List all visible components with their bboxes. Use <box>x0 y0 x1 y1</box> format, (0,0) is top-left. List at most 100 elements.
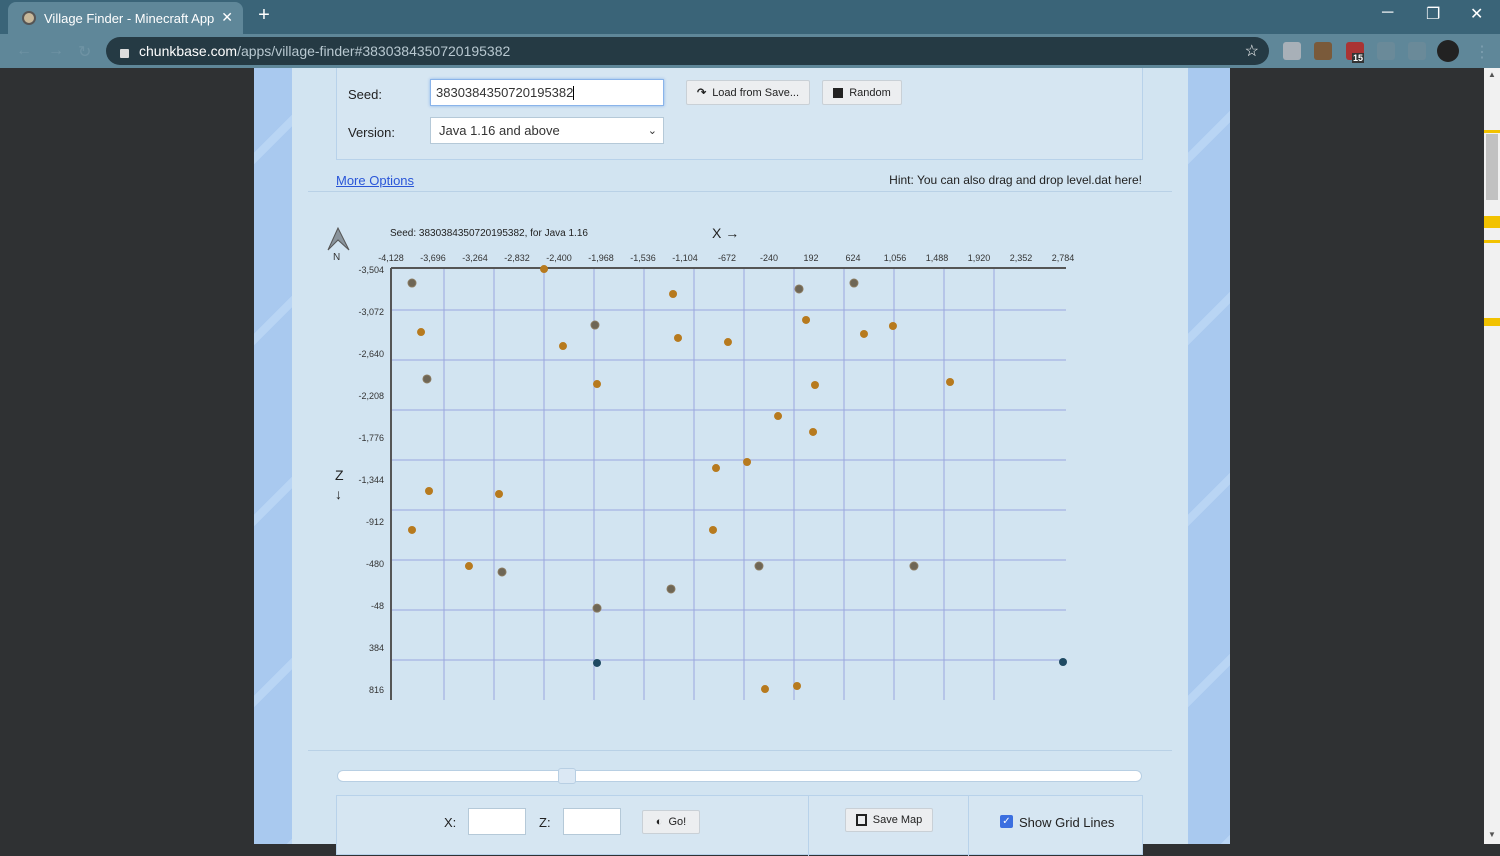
divider <box>308 750 1172 751</box>
extension-gear-icon[interactable] <box>1377 42 1395 60</box>
restore-button[interactable]: ❐ <box>1426 4 1440 24</box>
z-tick-label: 384 <box>369 643 384 653</box>
site-favicon-icon <box>22 11 36 25</box>
village-marker-village <box>408 525 416 534</box>
village-marker-blue <box>1059 658 1067 666</box>
tab-close-icon[interactable]: ✕ <box>221 9 233 26</box>
zoom-slider[interactable] <box>337 768 1142 784</box>
z-label: Z: <box>539 815 551 830</box>
village-marker-abandoned <box>666 584 676 594</box>
village-marker-village <box>809 427 818 436</box>
x-tick-label: -3,696 <box>420 253 446 263</box>
village-marker-village <box>464 562 473 571</box>
village-marker-village <box>793 682 801 691</box>
close-window-button[interactable]: ✕ <box>1470 4 1483 24</box>
village-marker-village <box>712 464 721 473</box>
village-marker-village <box>669 290 678 299</box>
village-marker-village <box>558 342 567 351</box>
z-coordinate-input[interactable] <box>563 808 621 835</box>
village-marker-village <box>417 328 426 337</box>
z-tick-label: -2,208 <box>358 391 384 401</box>
extension-lantern-icon[interactable] <box>1314 42 1332 60</box>
x-tick-label: 1,488 <box>926 253 949 263</box>
x-coordinate-input[interactable] <box>468 808 526 835</box>
village-marker-abandoned <box>407 278 417 288</box>
bookmark-star-icon[interactable]: ☆ <box>1245 41 1259 61</box>
find-marker <box>1484 130 1500 133</box>
village-marker-abandoned <box>590 320 600 330</box>
show-grid-checkbox[interactable]: ✓ <box>1000 815 1013 828</box>
village-marker-abandoned <box>754 561 764 571</box>
page-content: Seed: 3830384350720195382 Version: Java … <box>254 68 1230 856</box>
x-tick-label: -2,400 <box>546 253 572 263</box>
village-map[interactable]: -4,128 -3,696 -3,264 -2,832 -2,400 -1,968 -1,5… <box>292 68 1188 748</box>
url-host: chunkbase.com <box>139 43 238 59</box>
url-path: /apps/village-finder#3830384350720195382 <box>237 43 511 59</box>
village-marker-village <box>761 685 770 694</box>
scroll-down-icon[interactable]: ▼ <box>1488 830 1496 839</box>
find-marker <box>1484 240 1500 243</box>
save-map-button[interactable]: Save Map <box>845 808 933 832</box>
go-button[interactable]: ◐ Go! <box>642 810 700 834</box>
map-controls: X: Z: ◐ Go! Save Map ✓ Show Grid Lines <box>336 795 1143 856</box>
village-marker-abandoned <box>497 567 507 577</box>
scrollbar-thumb[interactable] <box>1486 134 1498 200</box>
x-tick-label: 1,056 <box>884 253 907 263</box>
page-scrollbar[interactable]: ▲ ▼ <box>1484 68 1500 844</box>
extension-bird-icon[interactable] <box>1283 42 1301 60</box>
village-marker-abandoned <box>422 374 432 384</box>
z-tick-label: -3,072 <box>358 307 384 317</box>
z-tick-label: -48 <box>371 601 384 611</box>
x-tick-label: -1,104 <box>672 253 698 263</box>
divider <box>808 796 809 856</box>
profile-avatar[interactable] <box>1437 40 1459 62</box>
tab-title: Village Finder - Minecraft App <box>44 10 215 26</box>
reload-icon[interactable]: ↻ <box>78 42 91 62</box>
village-marker-village <box>802 315 811 324</box>
village-marker-village <box>743 458 752 467</box>
show-grid-label[interactable]: Show Grid Lines <box>1019 815 1114 830</box>
village-marker-village <box>593 380 602 389</box>
z-tick-label: 816 <box>369 685 384 695</box>
compass-icon: ◐ <box>655 816 663 828</box>
save-map-label: Save Map <box>872 814 923 826</box>
extension-ublock-icon[interactable]: 15 <box>1346 42 1365 63</box>
extension-badge: 15 <box>1352 53 1365 63</box>
lock-icon <box>120 48 129 58</box>
z-tick-label: -3,504 <box>358 265 384 275</box>
find-marker <box>1484 318 1500 326</box>
scroll-up-icon[interactable]: ▲ <box>1488 70 1496 79</box>
new-tab-button[interactable]: + <box>252 4 276 28</box>
village-marker-village <box>774 412 783 421</box>
extension-list-icon[interactable] <box>1408 42 1426 60</box>
minimize-button[interactable]: ─ <box>1382 4 1393 22</box>
menu-icon[interactable]: ⋮ <box>1474 42 1490 62</box>
x-tick-label: -4,128 <box>378 253 404 263</box>
x-tick-label: 2,352 <box>1010 253 1033 263</box>
village-marker-village <box>723 338 732 347</box>
back-icon[interactable]: ← <box>16 42 32 60</box>
village-marker-village <box>859 329 868 338</box>
village-marker-abandoned <box>909 561 919 571</box>
zoom-slider-thumb[interactable] <box>557 768 576 784</box>
x-tick-label: 1,920 <box>968 253 991 263</box>
village-marker-village <box>425 486 434 495</box>
forward-icon[interactable]: → <box>48 42 64 60</box>
address-bar[interactable]: chunkbase.com/apps/village-finder#383038… <box>106 37 1269 65</box>
x-tick-label: -1,536 <box>630 253 656 263</box>
village-marker-abandoned <box>592 603 602 613</box>
village-marker-village <box>888 322 897 330</box>
find-marker <box>1484 216 1500 228</box>
z-axis-arrow: ↓ <box>335 486 342 502</box>
x-label: X: <box>444 815 457 830</box>
browser-tab-strip: Village Finder - Minecraft App ✕ + ─ ❐ ✕ <box>0 0 1500 34</box>
z-tick-label: -1,776 <box>358 433 384 443</box>
village-marker-village <box>810 381 819 390</box>
save-icon <box>855 814 867 826</box>
village-marker-village <box>946 378 955 386</box>
browser-tab[interactable]: Village Finder - Minecraft App ✕ <box>8 2 243 34</box>
x-tick-label: 2,784 <box>1052 253 1075 263</box>
x-tick-label: -672 <box>718 253 736 263</box>
north-arrow-icon <box>327 226 350 251</box>
decorative-border-right <box>1188 68 1230 844</box>
